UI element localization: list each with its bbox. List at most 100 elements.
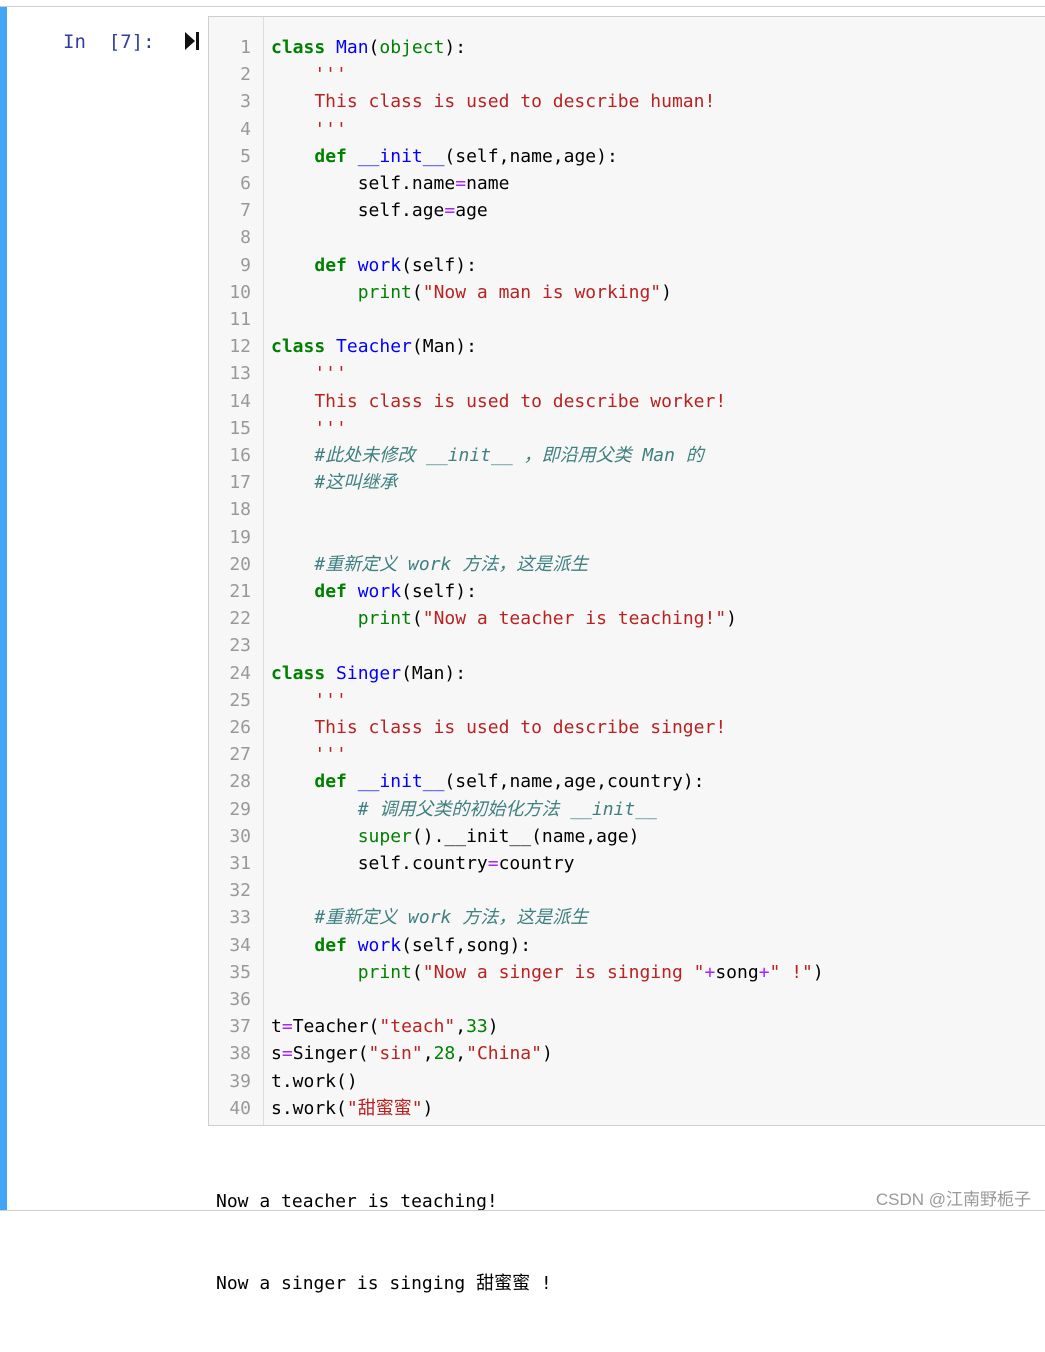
code-token: ) [541,1043,553,1065]
code-line: t=Teacher("teach",33) [271,1013,499,1040]
code-line: #重新定义 work 方法，这是派生 [271,904,588,931]
output-line: Now a singer is singing 甜蜜蜜 ! [216,1273,552,1295]
line-number: 7 [240,200,251,222]
code-line: ''' [271,61,347,88]
code-token: ) [487,1016,499,1038]
line-number: 12 [229,336,251,358]
code-token: = [455,173,467,194]
code-token: #此处未修改 __init__ ，即沿用父类 Man 的 [314,445,704,466]
code-token: ( [411,961,423,983]
code-token: "Now a singer is singing " [422,961,705,983]
code-token: 33 [466,1016,488,1038]
code-token: ''' [271,744,347,766]
code-line: def __init__(self,name,age): [271,143,618,170]
code-token: "Now a teacher is teaching!" [422,608,727,630]
line-number: 35 [229,961,251,983]
code-line: class Singer(Man): [271,660,466,687]
code-line: This class is used to describe singer! [271,714,726,741]
line-number: 29 [229,798,251,820]
code-token: (self): [401,581,477,602]
code-token: def [314,145,347,167]
code-token: Singer [336,662,402,684]
line-number: 5 [240,145,251,167]
code-token: # 调用父类的初始化方法 __init__ [357,798,657,820]
line-number: 22 [229,608,251,630]
input-prompt: In [7]: [63,31,155,53]
line-number: 39 [229,1070,251,1092]
code-line: ''' [271,415,347,442]
code-token: " !" [769,961,813,983]
code-token: Singer( [292,1043,369,1065]
code-token: #重新定义 work 方法，这是派生 [314,553,589,575]
code-line: #此处未修改 __init__ ，即沿用父类 Man 的 [271,442,704,469]
line-number: 32 [229,880,251,902]
code-token: ( [411,608,423,630]
code-token: "teach" [379,1016,456,1038]
code-line: print("Now a teacher is teaching!") [271,605,737,632]
code-line: # 调用父类的初始化方法 __init__ [271,796,657,823]
line-number: 14 [229,390,251,412]
code-token: name [466,173,510,194]
code-editor[interactable]: 1 2 3 4 5 6 7 8 9 10 11 12 13 14 15 16 17 18 19 20 21 22 23 24 2… [208,16,1045,1126]
code-token: = [281,1016,293,1038]
code-token: ().__init__(name,age) [411,825,640,847]
run-cell-icon[interactable] [184,31,200,51]
line-number: 23 [229,635,251,657]
notebook-code-cell[interactable]: In [7]: 1 2 3 4 5 6 7 8 9 10 11 12 13 14 15 16 17 18 19 20 2… [0,7,1045,1294]
code-token: def [314,254,347,276]
code-token: print [357,608,412,630]
line-number: 3 [240,91,251,113]
code-token: s.work( [271,1097,347,1119]
code-token: country [498,853,575,874]
code-line: self.age=age [271,197,488,224]
code-line: t.work() [271,1068,358,1095]
code-token: work [357,934,402,956]
code-line: #重新定义 work 方法，这是派生 [271,551,588,578]
code-token: (self,name,age): [444,145,618,167]
line-number: 19 [229,526,251,548]
code-token: ): [444,37,467,58]
code-line: class Teacher(Man): [271,333,477,360]
code-token: #重新定义 work 方法，这是派生 [314,907,589,929]
code-token: t [271,1016,282,1038]
code-line: s=Singer("sin",28,"China") [271,1040,553,1067]
line-number: 30 [229,825,251,847]
line-number: 1 [240,37,251,58]
code-token: ''' [271,363,347,385]
code-token: = [487,853,499,874]
code-line: ''' [271,741,347,768]
code-token: __init__ [357,771,445,793]
code-token: print [357,961,412,983]
code-token: ''' [271,417,347,439]
line-number-gutter: 1 2 3 4 5 6 7 8 9 10 11 12 13 14 15 16 17 18 19 20 21 22 23 24 2… [209,17,264,1125]
line-number: 28 [229,771,251,793]
code-line: self.country=country [271,850,575,877]
output-line: Now a teacher is teaching! [216,1191,498,1213]
code-token: object [379,37,445,58]
code-line: def work(self): [271,578,477,605]
code-line: def work(self,song): [271,932,531,959]
line-number: 11 [229,309,251,330]
line-number: 2 [240,64,251,86]
code-token: + [758,961,770,983]
code-token: "Now a man is working" [422,281,662,303]
code-token: ( [411,281,423,303]
code-token: (Man): [401,662,467,684]
code-token: age [455,200,488,222]
code-token: (self,song): [401,934,532,956]
code-token: Teacher( [292,1016,380,1038]
line-number: 13 [229,363,251,385]
code-token: ) [661,281,672,303]
line-number: 21 [229,581,251,602]
